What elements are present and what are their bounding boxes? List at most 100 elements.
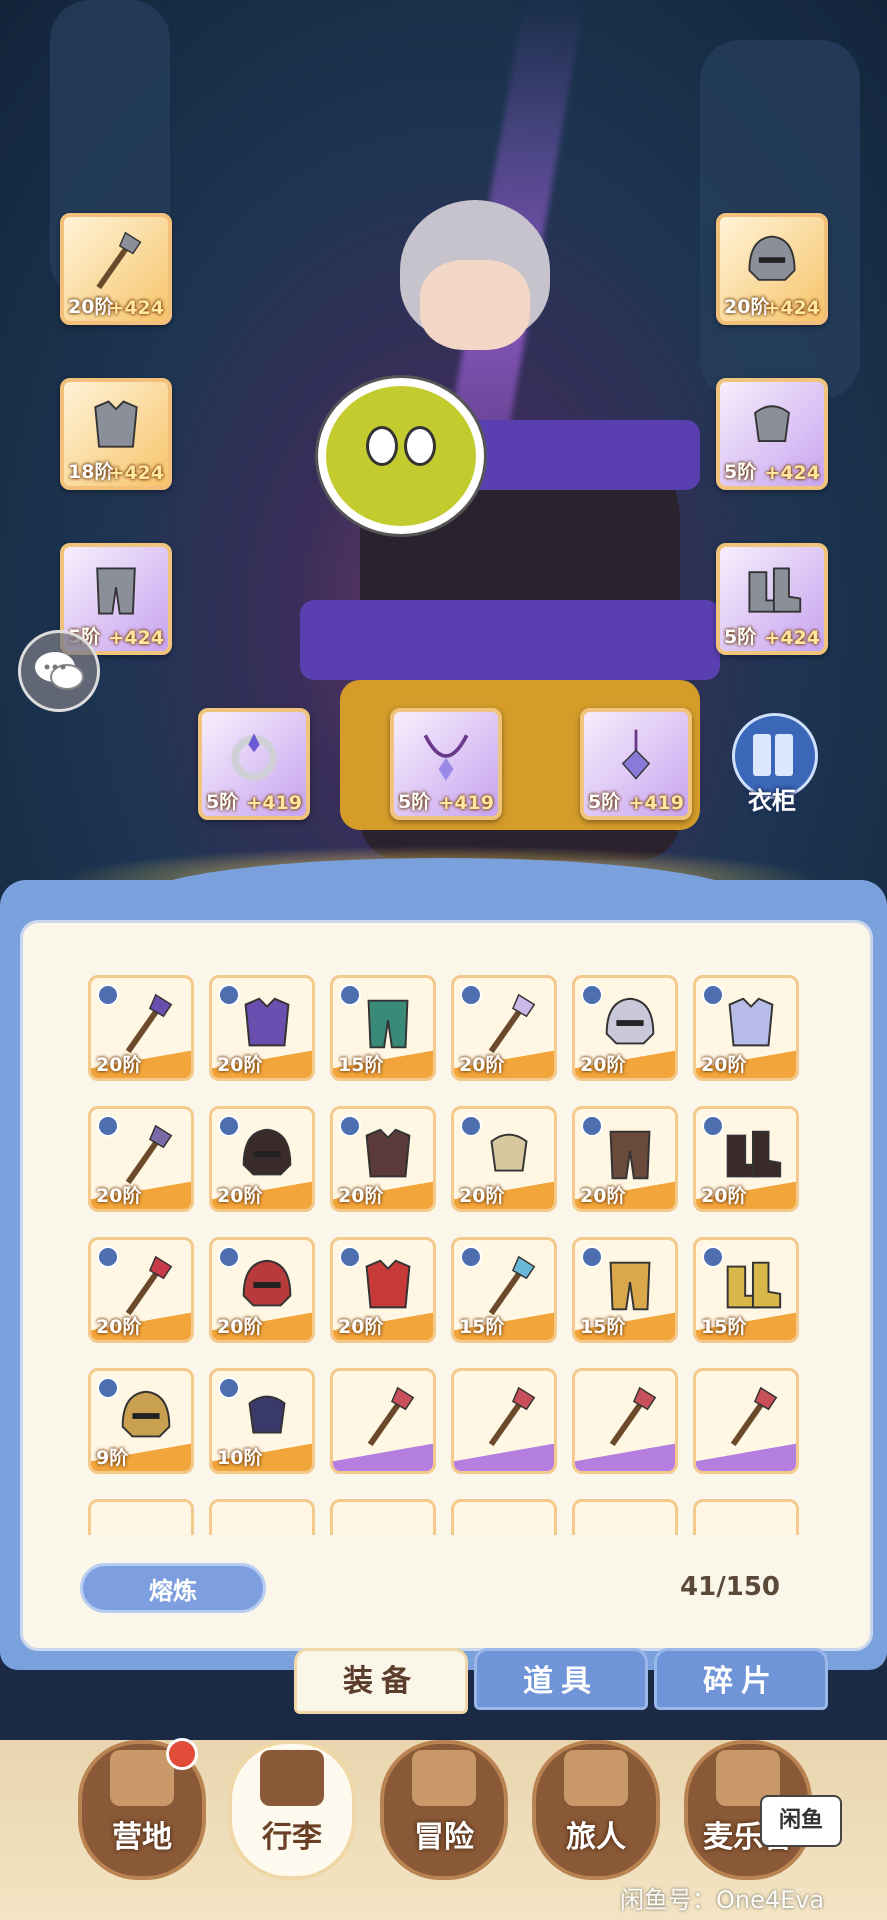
item-icon: [716, 1514, 786, 1535]
item-tier: 20阶: [580, 1185, 626, 1207]
inventory-item[interactable]: 10阶: [209, 1368, 315, 1474]
chat-bubble-icon: [35, 652, 84, 690]
inventory-item[interactable]: [572, 1499, 678, 1535]
inventory-item[interactable]: 20阶: [693, 1106, 799, 1212]
item-tier: 20阶: [96, 1316, 142, 1338]
inventory-item[interactable]: 15阶: [572, 1237, 678, 1343]
item-tier: 20阶: [701, 1185, 747, 1207]
necklace-icon: [423, 734, 469, 781]
item-tier: 9阶: [96, 1447, 129, 1469]
slot-gloves[interactable]: 5阶 +424: [716, 378, 828, 490]
inventory-item[interactable]: [572, 1368, 678, 1474]
slot-bonus: +419: [438, 792, 494, 814]
watermark-logo: 闲鱼: [760, 1795, 842, 1847]
armor-icon: [244, 997, 290, 1047]
boots-icon: [726, 1130, 782, 1178]
inventory-item[interactable]: [451, 1368, 557, 1474]
item-tier: 20阶: [217, 1185, 263, 1207]
slot-necklace[interactable]: 5阶 +419: [390, 708, 502, 820]
inventory-item[interactable]: 20阶: [693, 975, 799, 1081]
item-icon: [474, 1514, 544, 1535]
inventory-item[interactable]: 20阶: [572, 1106, 678, 1212]
inventory-item[interactable]: 20阶: [88, 1106, 194, 1212]
inventory-item[interactable]: 15阶: [693, 1237, 799, 1343]
inventory-item[interactable]: 15阶: [330, 975, 436, 1081]
item-icon: [232, 1514, 302, 1535]
character-face: [420, 260, 530, 350]
staff-icon: [125, 1255, 173, 1316]
smelt-button[interactable]: 熔炼: [80, 1563, 266, 1613]
slot-bonus: +424: [108, 297, 164, 319]
helmet-icon: [121, 1390, 171, 1438]
wardrobe-door: [775, 734, 793, 776]
tab-fragments[interactable]: 碎片: [654, 1648, 828, 1710]
staff-icon: [488, 1255, 536, 1316]
castle-icon: [110, 1750, 174, 1806]
slot-charm[interactable]: 5阶 +419: [580, 708, 692, 820]
inventory-item[interactable]: [209, 1499, 315, 1535]
ring-icon: [231, 733, 277, 781]
inventory-item[interactable]: 15阶: [451, 1237, 557, 1343]
inventory-item[interactable]: 20阶: [330, 1237, 436, 1343]
nav-label: 旅人: [566, 1820, 626, 1855]
inventory-item[interactable]: 20阶: [572, 975, 678, 1081]
notification-badge: [166, 1738, 198, 1770]
inventory-item[interactable]: [330, 1368, 436, 1474]
item-tier: 20阶: [580, 1054, 626, 1076]
inventory-item[interactable]: 20阶: [451, 1106, 557, 1212]
inventory-item[interactable]: [451, 1499, 557, 1535]
hat-band: [300, 600, 720, 680]
armor-icon: [365, 1259, 411, 1309]
item-icon: [353, 1514, 423, 1535]
watermark-text: 闲鱼号：One4Eva: [620, 1886, 825, 1914]
inventory-item[interactable]: 20阶: [88, 1237, 194, 1343]
inventory-item[interactable]: [330, 1499, 436, 1535]
staff-icon: [125, 1124, 173, 1185]
slot-weapon[interactable]: 20阶 +424: [60, 213, 172, 325]
helmet-icon: [605, 997, 655, 1045]
helmet-icon: [242, 1259, 292, 1307]
item-tier: 20阶: [338, 1185, 384, 1207]
slot-boots[interactable]: 5阶 +424: [716, 543, 828, 655]
inventory-item[interactable]: 20阶: [209, 1106, 315, 1212]
chat-button[interactable]: [18, 630, 100, 712]
slot-tier: 18阶: [68, 461, 114, 483]
pants-icon: [367, 999, 409, 1049]
item-tier: 20阶: [96, 1054, 142, 1076]
nav-crossed-swords[interactable]: 冒险: [380, 1740, 508, 1900]
inventory-item[interactable]: 20阶: [88, 975, 194, 1081]
nav-traveler[interactable]: 旅人: [532, 1740, 660, 1900]
wardrobe-button[interactable]: 衣柜: [726, 713, 818, 815]
inventory-item[interactable]: 20阶: [209, 1237, 315, 1343]
armor-icon: [94, 400, 138, 448]
crossed-swords-icon: [412, 1750, 476, 1806]
slot-armor[interactable]: 18阶 +424: [60, 378, 172, 490]
item-tier: 10阶: [217, 1447, 263, 1469]
item-tier: 15阶: [580, 1316, 626, 1338]
nav-backpack[interactable]: 行李: [228, 1740, 356, 1900]
inventory-item[interactable]: 20阶: [451, 975, 557, 1081]
inventory-item[interactable]: 20阶: [330, 1106, 436, 1212]
item-tier: 20阶: [217, 1316, 263, 1338]
weapon-staff-icon: [96, 231, 142, 290]
slot-ring[interactable]: 5阶 +419: [198, 708, 310, 820]
boots-icon: [748, 567, 802, 613]
inventory-item[interactable]: 20阶: [209, 975, 315, 1081]
item-tier: 20阶: [217, 1054, 263, 1076]
staff-icon: [367, 1386, 415, 1447]
tab-equipment[interactable]: 装备: [294, 1648, 468, 1714]
slot-tier: 20阶: [724, 296, 770, 318]
slot-helmet[interactable]: 20阶 +424: [716, 213, 828, 325]
inventory-item[interactable]: [88, 1499, 194, 1535]
wardrobe-label: 衣柜: [748, 787, 796, 815]
inventory-item[interactable]: [693, 1368, 799, 1474]
tab-items[interactable]: 道具: [474, 1648, 648, 1710]
inventory-item[interactable]: 9阶: [88, 1368, 194, 1474]
inventory-grid[interactable]: 20阶 20阶 15阶 20阶 20阶 20阶 20阶 20阶 20阶 20阶 20阶 20阶 20阶 2…: [80, 970, 810, 1535]
slot-tier: 5阶: [206, 791, 239, 813]
inventory-item[interactable]: [693, 1499, 799, 1535]
backpack-icon: [260, 1750, 324, 1806]
slot-bonus: +419: [246, 792, 302, 814]
item-tier: 20阶: [459, 1185, 505, 1207]
gloves-icon: [490, 1133, 528, 1172]
